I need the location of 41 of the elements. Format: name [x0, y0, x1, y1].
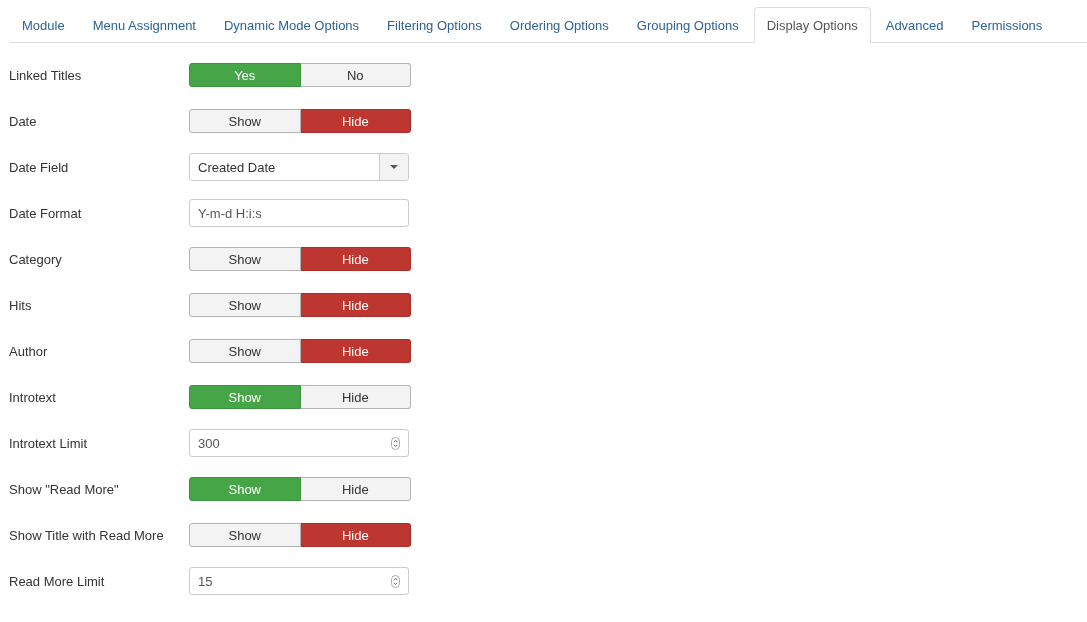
toggle-option[interactable]: Hide: [300, 109, 411, 133]
toggle-option[interactable]: Hide: [300, 339, 411, 363]
tab[interactable]: Filtering Options: [374, 7, 495, 43]
tab[interactable]: Grouping Options: [623, 7, 752, 43]
caret-icon: [390, 165, 398, 169]
toggle-option[interactable]: No: [300, 63, 411, 87]
number-field[interactable]: 15: [189, 567, 409, 595]
number-field[interactable]: 300: [189, 429, 409, 457]
field-label: Date Field: [9, 159, 70, 175]
field-label: Introtext: [9, 389, 57, 405]
dropdown[interactable]: Created Date: [189, 153, 409, 181]
field-label: Linked Titles: [9, 67, 83, 83]
field-label: Date Format: [9, 205, 83, 221]
tab[interactable]: Display Options: [753, 7, 871, 43]
tab[interactable]: Module: [9, 7, 78, 43]
toggle-option[interactable]: Show: [189, 339, 301, 363]
spinner-icon: [391, 574, 400, 588]
field-label: Date: [9, 113, 38, 129]
toggle-option[interactable]: Show: [189, 247, 301, 271]
tab[interactable]: Menu Assignment: [79, 7, 209, 43]
toggle-option[interactable]: Hide: [300, 247, 411, 271]
field-label: Read More Limit: [9, 573, 106, 589]
tab[interactable]: Advanced: [872, 7, 957, 43]
field-label: Show Title with Read More: [9, 527, 165, 543]
tab[interactable]: Ordering Options: [496, 7, 622, 43]
spinner-icon: [391, 436, 400, 450]
toggle-option[interactable]: Hide: [300, 385, 411, 409]
input-field[interactable]: Y-m-d H:i:s: [189, 199, 409, 227]
toggle-option[interactable]: Show: [189, 109, 301, 133]
field-label: Hits: [9, 297, 33, 313]
toggle-option[interactable]: Show: [189, 293, 301, 317]
field-label: Author: [9, 343, 49, 359]
toggle-option[interactable]: Show: [189, 523, 301, 547]
toggle-option[interactable]: Hide: [300, 477, 411, 501]
field-label: Introtext Limit: [9, 435, 89, 451]
toggle-option[interactable]: Hide: [300, 523, 411, 547]
field-label: Show "Read More": [9, 481, 120, 497]
tab[interactable]: Permissions: [958, 7, 1056, 43]
toggle-option[interactable]: Hide: [300, 293, 411, 317]
tab[interactable]: Dynamic Mode Options: [211, 7, 373, 43]
field-label: Category: [9, 251, 63, 267]
